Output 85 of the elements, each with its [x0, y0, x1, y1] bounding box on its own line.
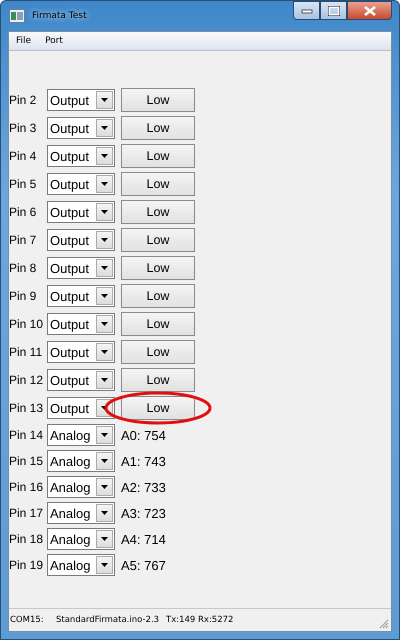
caret-icon — [101, 182, 108, 186]
mode-dropdown[interactable]: Output — [47, 201, 115, 223]
caret-icon — [101, 459, 108, 463]
mode-dropdown[interactable]: Analog — [47, 528, 115, 550]
pin-label: Pin 2 — [9, 93, 38, 107]
pin-label: Pin 10 — [9, 317, 44, 331]
close-button[interactable] — [347, 1, 392, 20]
mode-dropdown[interactable]: Output — [47, 89, 115, 111]
mode-dropdown[interactable]: Output — [47, 285, 115, 307]
caret-icon — [101, 322, 108, 326]
status-port: COM15: — [10, 615, 45, 625]
state-button[interactable]: Low — [121, 228, 195, 252]
analog-reading: A1: 743 — [121, 454, 166, 468]
window-title: Firmata Test — [32, 11, 86, 21]
caret-icon — [101, 238, 108, 242]
menu-item[interactable]: Port — [45, 36, 63, 46]
pin-label: Pin 11 — [9, 345, 44, 359]
menu-item[interactable]: File — [16, 36, 32, 46]
maximize-icon — [328, 6, 340, 16]
caret-icon — [101, 154, 108, 158]
mode-dropdown[interactable]: Analog — [47, 554, 115, 576]
analog-reading: A3: 723 — [121, 506, 166, 520]
caret-icon — [101, 511, 108, 515]
caret-icon — [101, 98, 108, 102]
caret-icon — [101, 563, 108, 567]
pin-label: Pin 16 — [9, 480, 44, 494]
state-button[interactable]: Low — [121, 88, 195, 112]
state-button[interactable]: Low — [121, 396, 195, 420]
status-traffic: Tx:149 Rx:5272 — [166, 615, 234, 625]
pin-label: Pin 5 — [9, 177, 38, 191]
state-button[interactable]: Low — [121, 256, 195, 280]
mode-dropdown[interactable]: Output — [47, 341, 115, 363]
mode-dropdown[interactable]: Output — [47, 145, 115, 167]
maximize-button[interactable] — [320, 1, 347, 20]
caret-icon — [101, 266, 108, 270]
caret-icon — [101, 350, 108, 354]
state-button[interactable]: Low — [121, 144, 195, 168]
pin-label: Pin 6 — [9, 205, 38, 219]
mode-dropdown[interactable]: Analog — [47, 476, 115, 498]
caret-icon — [101, 485, 108, 489]
app-icon — [9, 9, 25, 23]
analog-reading: A2: 733 — [121, 480, 166, 494]
minimize-icon — [300, 8, 312, 14]
mode-dropdown[interactable]: Output — [47, 173, 115, 195]
pin-label: Pin 8 — [9, 261, 38, 275]
state-button[interactable]: Low — [121, 284, 195, 308]
minimize-button[interactable] — [293, 1, 320, 20]
caret-icon — [101, 126, 108, 130]
state-button[interactable]: Low — [121, 116, 195, 140]
mode-dropdown[interactable]: Output — [47, 257, 115, 279]
pin-label: Pin 17 — [9, 506, 44, 520]
mode-dropdown[interactable]: Output — [47, 397, 115, 419]
state-button[interactable]: Low — [121, 340, 195, 364]
pin-label: Pin 3 — [9, 121, 38, 135]
pin-label: Pin 7 — [9, 233, 38, 247]
pin-label: Pin 9 — [9, 289, 38, 303]
pin-label: Pin 13 — [9, 401, 44, 415]
mode-dropdown[interactable]: Output — [47, 229, 115, 251]
caret-icon — [101, 210, 108, 214]
caret-icon — [101, 378, 108, 382]
close-icon — [362, 6, 376, 16]
mode-dropdown[interactable]: Output — [47, 117, 115, 139]
pin-label: Pin 19 — [9, 558, 44, 572]
mode-dropdown[interactable]: Output — [47, 369, 115, 391]
analog-reading: A0: 754 — [121, 428, 166, 442]
analog-reading: A4: 714 — [121, 532, 166, 546]
pin-label: Pin 18 — [9, 532, 44, 546]
pin-label: Pin 12 — [9, 373, 44, 387]
analog-reading: A5: 767 — [121, 558, 166, 572]
pin-label: Pin 15 — [9, 454, 44, 468]
state-button[interactable]: Low — [121, 172, 195, 196]
pin-label: Pin 14 — [9, 428, 44, 442]
caret-icon — [101, 537, 108, 541]
pin-label: Pin 4 — [9, 149, 38, 163]
mode-dropdown[interactable]: Analog — [47, 424, 115, 446]
state-button[interactable]: Low — [121, 368, 195, 392]
caret-icon — [101, 294, 108, 298]
status-firmware: StandardFirmata.ino-2.3 — [56, 615, 160, 625]
resize-grip-icon — [379, 619, 389, 629]
mode-dropdown[interactable]: Analog — [47, 450, 115, 472]
mode-dropdown[interactable]: Output — [47, 313, 115, 335]
state-button[interactable]: Low — [121, 312, 195, 336]
state-button[interactable]: Low — [121, 200, 195, 224]
mode-dropdown[interactable]: Analog — [47, 502, 115, 524]
caret-icon — [101, 433, 108, 437]
